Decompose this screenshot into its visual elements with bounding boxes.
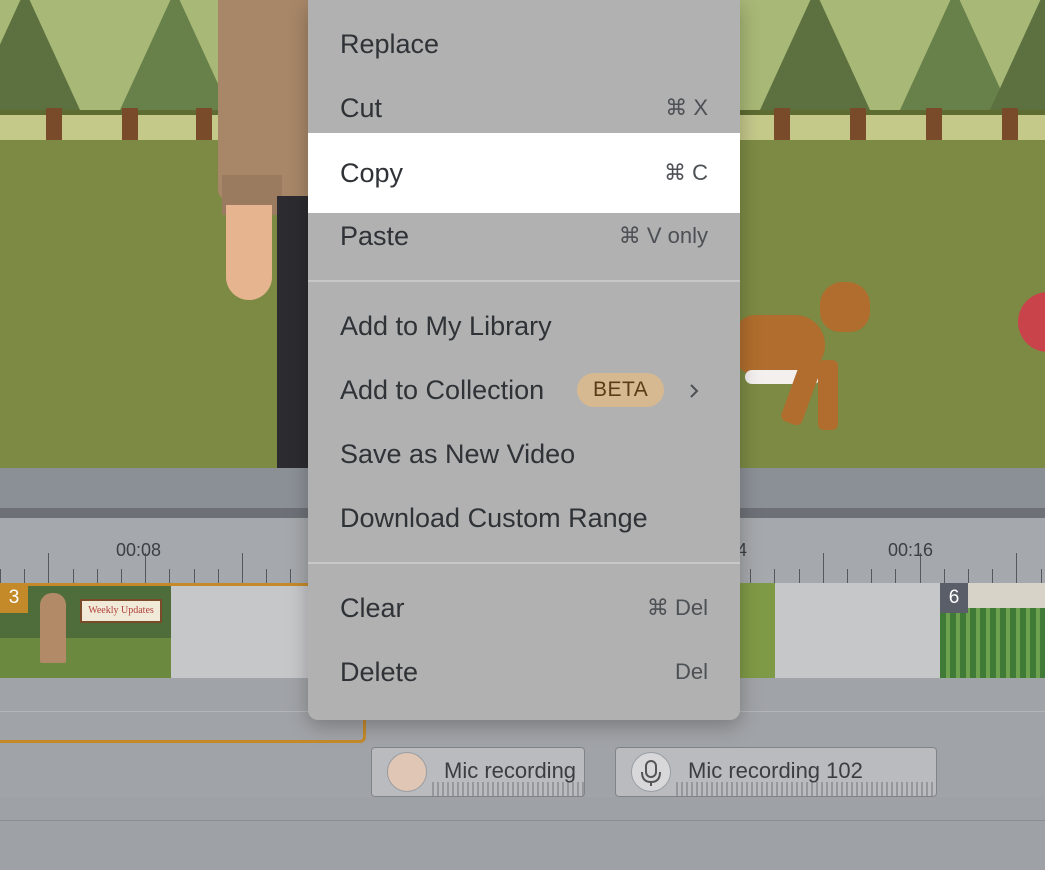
fence-post bbox=[926, 108, 942, 144]
menu-item-label: Add to Collection bbox=[340, 375, 545, 405]
ruler-tick bbox=[242, 553, 243, 583]
menu-item-clear[interactable]: Clear ⌘ Del bbox=[308, 576, 740, 640]
menu-item-label: Replace bbox=[340, 29, 440, 59]
menu-item-label: Clear bbox=[340, 593, 405, 623]
ruler-tick bbox=[24, 569, 25, 583]
fence-post bbox=[196, 108, 212, 144]
ruler-tick bbox=[944, 569, 945, 583]
character-arm bbox=[218, 0, 313, 200]
menu-item-label: Paste bbox=[340, 221, 410, 251]
ruler-tick bbox=[218, 569, 219, 583]
ruler-tick bbox=[73, 569, 74, 583]
cat-head bbox=[820, 282, 870, 332]
ruler-label-0016: 00:16 bbox=[888, 540, 934, 560]
menu-separator bbox=[308, 280, 740, 282]
menu-separator bbox=[308, 562, 740, 564]
fence-post bbox=[774, 108, 790, 144]
ruler-tick bbox=[895, 569, 896, 583]
clip-6[interactable]: 6 bbox=[940, 583, 1045, 678]
ruler-tick bbox=[871, 569, 872, 583]
ruler-tick bbox=[774, 569, 775, 583]
ruler-tick bbox=[48, 553, 49, 583]
menu-item-shortcut: Del bbox=[674, 659, 708, 684]
waveform bbox=[432, 782, 584, 796]
avatar-icon bbox=[387, 752, 427, 792]
menu-item-shortcut: ⌘ V only bbox=[618, 223, 708, 248]
audio-clip-label: Mic recording 102 bbox=[688, 758, 863, 783]
audio-clip-mic-recording-102[interactable]: Mic recording 102 bbox=[615, 747, 937, 797]
audio-clip-label: Mic recording bbox=[444, 758, 577, 783]
track-divider bbox=[0, 820, 1045, 821]
ruler-tick bbox=[1041, 569, 1042, 583]
menu-item-add-to-my-library[interactable]: Add to My Library bbox=[308, 294, 740, 358]
beta-badge: BETA bbox=[577, 373, 665, 407]
tree-shape bbox=[760, 0, 870, 110]
clip-number-badge: 6 bbox=[940, 583, 968, 613]
character-hand bbox=[226, 205, 272, 300]
fence-post bbox=[1002, 108, 1018, 144]
menu-item-delete[interactable]: Delete Del bbox=[308, 640, 740, 704]
cat-leg bbox=[818, 360, 838, 430]
ruler-tick bbox=[847, 569, 848, 583]
ruler-label-0008: 00:08 bbox=[116, 540, 162, 560]
fence-post bbox=[850, 108, 866, 144]
menu-item-add-to-collection[interactable]: Add to Collection BETA bbox=[308, 358, 740, 422]
audio-clip-mic-recording[interactable]: Mic recording bbox=[371, 747, 585, 797]
menu-item-label: Download Custom Range bbox=[340, 503, 648, 533]
menu-item-label: Cut bbox=[340, 93, 383, 123]
menu-item-cut[interactable]: Cut ⌘ X bbox=[308, 76, 740, 140]
ruler-tick bbox=[823, 553, 824, 583]
thumbnail-grass bbox=[940, 608, 1045, 678]
menu-item-label: Copy bbox=[340, 158, 404, 188]
menu-item-label: Add to My Library bbox=[340, 311, 552, 341]
menu-item-shortcut: ⌘ C bbox=[664, 160, 708, 185]
audio-track: Mic recording Mic recording 102 bbox=[0, 745, 1045, 797]
ruler-tick bbox=[169, 569, 170, 583]
fence-post bbox=[46, 108, 62, 144]
ruler-tick bbox=[750, 569, 751, 583]
menu-item-download-custom-range[interactable]: Download Custom Range bbox=[308, 486, 740, 550]
menu-item-shortcut: ⌘ X bbox=[665, 95, 708, 120]
ruler-tick bbox=[968, 569, 969, 583]
ruler-tick bbox=[121, 569, 122, 583]
menu-item-paste[interactable]: Paste ⌘ V only bbox=[308, 204, 740, 268]
ruler-tick bbox=[97, 569, 98, 583]
menu-item-save-as-new-video[interactable]: Save as New Video bbox=[308, 422, 740, 486]
ruler-tick bbox=[799, 569, 800, 583]
context-menu: Replace Cut ⌘ X Copy ⌘ C Paste ⌘ V only … bbox=[308, 0, 740, 720]
tree-shape bbox=[120, 0, 230, 110]
ruler-tick bbox=[1016, 553, 1017, 583]
menu-item-label: Delete bbox=[340, 657, 419, 687]
ruler-tick bbox=[992, 569, 993, 583]
tree-shape bbox=[0, 0, 80, 110]
ruler-tick bbox=[194, 569, 195, 583]
tree-shape bbox=[990, 0, 1045, 110]
ruler-tick bbox=[0, 569, 1, 583]
ruler-tick bbox=[266, 569, 267, 583]
microphone-icon bbox=[631, 752, 671, 792]
empty-track-area bbox=[0, 797, 1045, 870]
menu-item-copy[interactable]: Copy ⌘ C bbox=[308, 133, 740, 213]
menu-item-label: Save as New Video bbox=[340, 439, 576, 469]
ruler-tick bbox=[290, 569, 291, 583]
chevron-right-icon bbox=[688, 358, 700, 422]
menu-item-replace[interactable]: Replace bbox=[308, 12, 740, 76]
fence-post bbox=[122, 108, 138, 144]
menu-item-shortcut: ⌘ Del bbox=[646, 595, 708, 620]
waveform bbox=[676, 782, 936, 796]
